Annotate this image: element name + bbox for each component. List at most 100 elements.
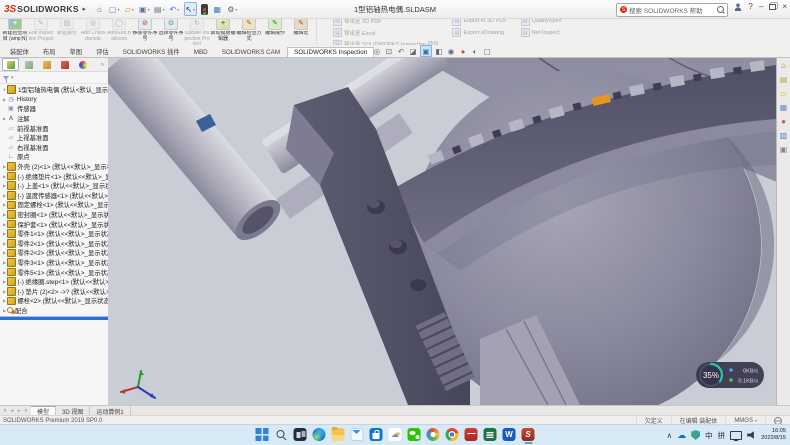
prev-tab-icon[interactable]: ◂ <box>9 408 15 414</box>
taskbar-app-icon[interactable] <box>446 428 459 441</box>
tree-item[interactable]: 原点 <box>0 152 108 162</box>
export-edrawing-button[interactable]: Export eDrawing <box>452 28 506 37</box>
tree-item[interactable]: ▶ 零件2<1> (默认<<默认>_显示状态 <box>0 239 108 249</box>
user-account-icon[interactable] <box>734 3 742 11</box>
ime-pinyin-indicator[interactable]: 拼 <box>718 430 726 441</box>
tree-item[interactable]: ▶ (-) 垫片 (2)<2> ->? (默认<<默认> <box>0 286 108 296</box>
tree-item[interactable]: ▶ 零件1<1> (默认<<默认>_显示状态 <box>0 229 108 239</box>
taskbar-app-icon[interactable] <box>503 428 516 441</box>
taskbar-app-icon[interactable] <box>256 428 269 441</box>
view-tool-icon[interactable] <box>420 45 432 57</box>
quick-access-button[interactable] <box>139 3 150 15</box>
3d-model-view[interactable]: 35% 0KB/s 0.1KB/s <box>108 57 777 405</box>
tree-item[interactable]: ▶ 配合 <box>0 306 108 316</box>
ribbon-button[interactable]: Add/Edit Balloons <box>106 15 132 43</box>
quick-access-button[interactable] <box>79 3 90 15</box>
quick-access-button[interactable] <box>109 3 120 15</box>
manager-tab[interactable] <box>20 58 37 71</box>
view-tool-icon[interactable] <box>470 46 480 56</box>
tree-item[interactable]: ▶ 零件5<1> (默认<<默认>_显示状态 <box>0 267 108 277</box>
task-pane-icon[interactable] <box>778 60 789 70</box>
ribbon-button[interactable]: Edit Inspection Project <box>28 15 54 43</box>
first-tab-icon[interactable]: ⏴ <box>2 408 8 414</box>
ime-chinese-indicator[interactable]: 中 <box>705 430 713 441</box>
tree-item[interactable]: 上视基准面 <box>0 133 108 143</box>
next-tab-icon[interactable]: ▸ <box>16 408 22 414</box>
manager-tab[interactable] <box>56 58 73 71</box>
manager-tab[interactable] <box>2 58 19 71</box>
command-tab[interactable]: SOLIDWORKS Inspection <box>287 47 374 57</box>
tree-item[interactable]: 前视基准面 <box>0 123 108 133</box>
hidden-icons-chevron[interactable]: ∧ <box>667 431 673 440</box>
quick-access-button[interactable] <box>94 3 105 15</box>
ribbon-button[interactable]: 编辑检查方式 <box>236 15 262 43</box>
tree-filter[interactable]: ▾ <box>0 72 108 84</box>
view-tool-icon[interactable] <box>446 46 456 56</box>
task-pane-icon[interactable] <box>778 88 789 98</box>
ribbon-button[interactable]: Update Inspection Project <box>184 15 210 48</box>
manager-tab[interactable] <box>74 58 91 71</box>
taskbar-app-icon[interactable] <box>484 428 497 441</box>
onedrive-icon[interactable] <box>677 430 686 441</box>
view-tool-icon[interactable] <box>458 46 468 56</box>
export-excel-button[interactable]: 导出至 Excel <box>333 28 438 37</box>
quick-access-button[interactable] <box>124 3 135 15</box>
taskbar-app-icon[interactable] <box>408 428 421 441</box>
panel-overflow-icon[interactable]: » <box>101 62 106 68</box>
view-tool-icon[interactable] <box>482 46 492 56</box>
command-tab[interactable]: SOLIDWORKS CAM <box>215 47 287 57</box>
command-tab[interactable]: 评估 <box>89 45 116 57</box>
quick-access-button[interactable] <box>227 3 238 15</box>
task-pane-icon[interactable] <box>778 130 789 140</box>
minimize-button[interactable]: – <box>759 2 763 11</box>
tree-item[interactable]: ▶ 保护套<1> (默认<<默认>_显示状 <box>0 219 108 229</box>
taskbar-app-icon[interactable] <box>522 428 535 441</box>
close-button[interactable]: × <box>782 2 787 11</box>
taskbar-app-icon[interactable] <box>294 428 307 441</box>
rollback-bar[interactable] <box>0 316 108 320</box>
tree-item[interactable]: ▶ 零件2<2> (默认<<默认>_显示状态 <box>0 248 108 258</box>
clock[interactable]: 16:05 2022/8/15 <box>761 428 786 442</box>
tree-item[interactable]: ▶ 外壳 (2)<1> (默认<<默认>_显示状 <box>0 162 108 172</box>
taskbar-app-icon[interactable] <box>332 428 345 441</box>
display-icon[interactable] <box>730 431 742 440</box>
tree-item[interactable]: ▶ 密封圈<1> (默认<<默认>_显示状 <box>0 210 108 220</box>
view-tool-icon[interactable] <box>384 46 394 56</box>
taskbar-app-icon[interactable] <box>389 428 402 441</box>
task-pane-icon[interactable] <box>778 74 789 84</box>
command-tab[interactable]: 草图 <box>62 45 89 57</box>
graphics-viewport[interactable]: 35% 0KB/s 0.1KB/s <box>108 57 790 405</box>
ribbon-button[interactable]: 移除零件序号 <box>132 15 158 43</box>
quick-access-button[interactable] <box>201 4 208 15</box>
tree-item[interactable]: ▶ 固定螺栓<1> (默认<<默认>_显示 <box>0 200 108 210</box>
ribbon-button[interactable]: 新建检查项目 (amp;N) <box>2 15 28 43</box>
taskbar-app-icon[interactable] <box>275 428 288 441</box>
tree-item[interactable]: 传感器 <box>0 104 108 114</box>
quick-access-button[interactable] <box>169 3 180 15</box>
taskbar-app-icon[interactable] <box>313 428 326 441</box>
help-button[interactable]: ? <box>748 2 752 11</box>
task-pane-icon[interactable] <box>778 116 789 126</box>
tree-root-item[interactable]: ▼ 1型铝轴热电偶 (默认<默认_显示状态-1 <box>0 85 108 95</box>
command-tab[interactable]: 布局 <box>36 45 63 57</box>
ribbon-button[interactable]: 启动模板编辑器 <box>210 15 236 43</box>
command-tab[interactable]: SOLIDWORKS 插件 <box>116 45 187 57</box>
taskbar-app-icon[interactable] <box>351 428 364 441</box>
task-pane-icon[interactable] <box>778 102 789 112</box>
tree-item[interactable]: ▶ 螺栓<2> (默认<<默认>_显示状态 <box>0 296 108 306</box>
volume-icon[interactable] <box>747 431 756 440</box>
view-tool-icon[interactable] <box>408 46 418 56</box>
manager-tab[interactable] <box>38 58 55 71</box>
taskbar-app-icon[interactable] <box>465 428 478 441</box>
tree-item[interactable]: ▶ History <box>0 95 108 105</box>
help-search-input[interactable]: S 搜索 SOLIDWORKS 帮助 <box>616 3 728 17</box>
quick-access-button[interactable] <box>212 3 223 15</box>
net-inspect-button[interactable]: Net-Inspect <box>521 28 562 37</box>
restore-button[interactable] <box>769 4 776 10</box>
command-tab[interactable]: MBD <box>187 47 215 57</box>
tree-item[interactable]: ▶ (-) 绝缘垫片<1> (默认<<默认>_显 <box>0 171 108 181</box>
ribbon-button[interactable]: 选择零件序号 <box>158 15 184 43</box>
tree-item[interactable]: ▶ (-) 绝缘圈.step<1> (默认<<默认>_ <box>0 277 108 287</box>
quick-access-button[interactable] <box>154 3 165 15</box>
tree-item[interactable]: ▶ (-) 上盖<1> (默认<<默认>_显示状 <box>0 181 108 191</box>
